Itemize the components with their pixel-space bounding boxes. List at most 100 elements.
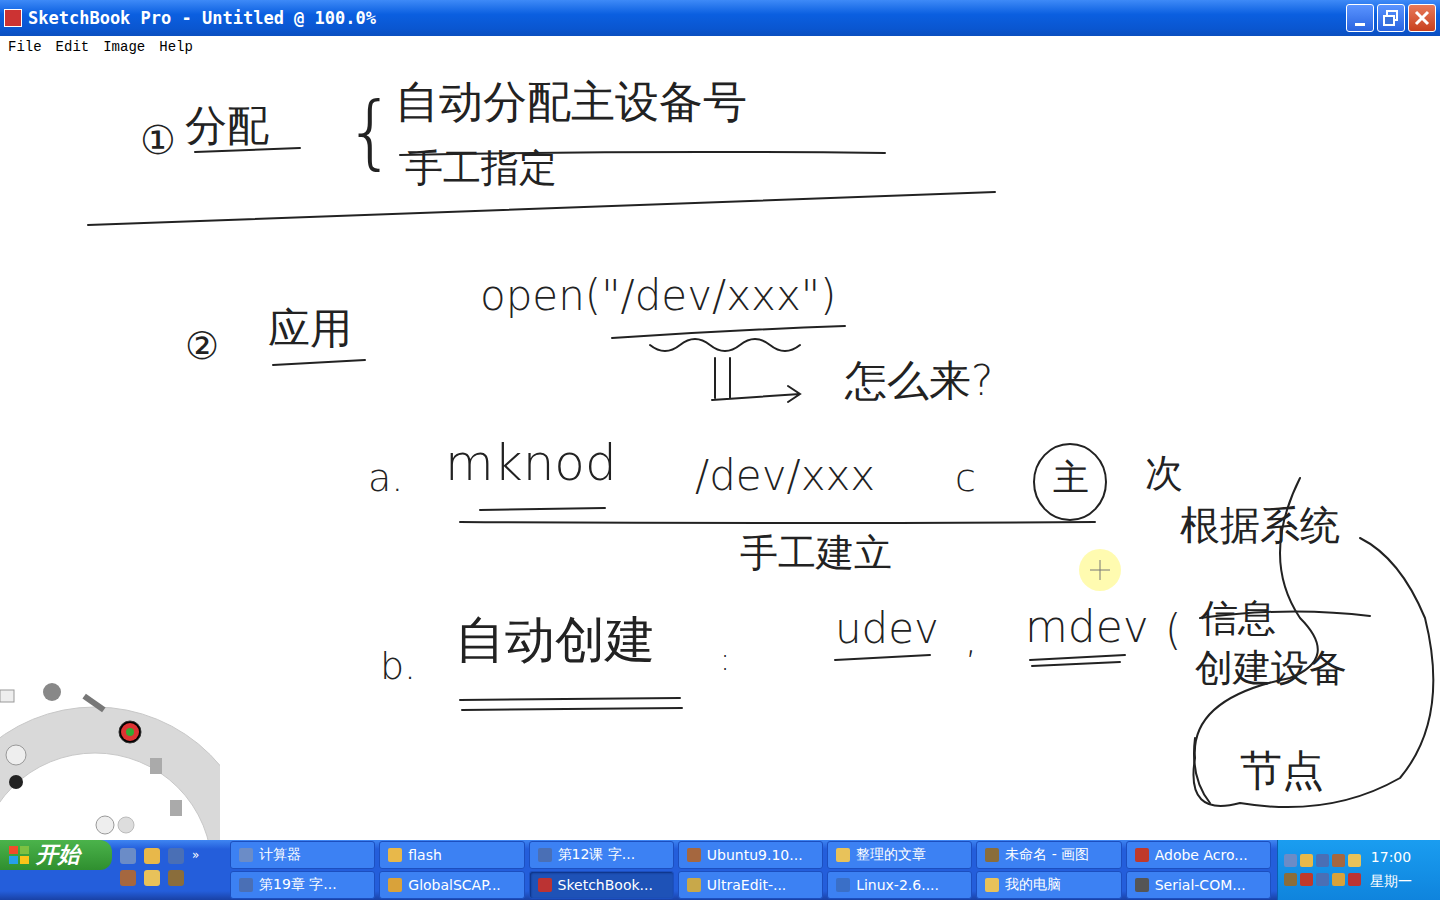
- quick-launch-icon[interactable]: [120, 848, 136, 864]
- handwritten-note: 怎么来?: [845, 358, 993, 404]
- minimize-button[interactable]: [1346, 4, 1374, 32]
- quick-launch-icon[interactable]: [168, 848, 184, 864]
- handwritten-note: 自动创建: [455, 613, 655, 668]
- task-button[interactable]: 第19章 字...: [230, 871, 375, 899]
- tray-icon[interactable]: [1300, 854, 1313, 867]
- app-icon: [687, 848, 701, 862]
- taskbar: 开始 » 计算器 flash 第12课 字... Ubuntu9.10... 整…: [0, 840, 1440, 900]
- menu-item[interactable]: Image: [103, 39, 145, 55]
- text-tool-icon[interactable]: [6, 745, 26, 765]
- task-button[interactable]: flash: [379, 841, 524, 869]
- color-wheel-icon[interactable]: [119, 721, 141, 743]
- handwritten-note: 分配: [185, 103, 269, 149]
- brush-icon[interactable]: [43, 683, 61, 701]
- app-icon: [687, 878, 701, 892]
- cursor-icon: [1078, 548, 1122, 596]
- close-button[interactable]: [1408, 4, 1436, 32]
- clock[interactable]: 17:00 星期一: [1370, 849, 1412, 891]
- handwritten-note: b.: [380, 646, 416, 688]
- tray-icon[interactable]: [1284, 873, 1297, 886]
- task-buttons: 计算器 flash 第12课 字... Ubuntu9.10... 整理的文章 …: [224, 840, 1277, 900]
- app-icon: [1135, 878, 1149, 892]
- handwritten-note: 手工指定: [405, 148, 557, 190]
- layer-icon[interactable]: [150, 758, 162, 774]
- handwritten-note: 自动分配主设备号: [395, 78, 747, 126]
- handwritten-note: c: [955, 458, 976, 500]
- system-tray: 17:00 星期一: [1277, 840, 1440, 900]
- app-icon: [538, 848, 552, 862]
- task-button[interactable]: 我的电脑: [976, 871, 1121, 899]
- handwritten-note: 信息: [1200, 598, 1276, 640]
- app-icon: [985, 878, 999, 892]
- tray-icon[interactable]: [1300, 873, 1313, 886]
- app-icon: [985, 848, 999, 862]
- task-button[interactable]: 整理的文章: [827, 841, 972, 869]
- brush-size-icon[interactable]: [9, 775, 23, 789]
- tray-icon[interactable]: [1348, 873, 1361, 886]
- app-icon: [836, 878, 850, 892]
- tray-icon[interactable]: [1332, 854, 1345, 867]
- tray-icon[interactable]: [1348, 854, 1361, 867]
- handwritten-note: 手工建立: [740, 533, 892, 575]
- task-button[interactable]: GlobalSCAP...: [379, 871, 524, 899]
- tray-icon[interactable]: [1284, 854, 1297, 867]
- handwritten-note: mdev: [1025, 603, 1149, 651]
- tray-icon[interactable]: [1332, 873, 1345, 886]
- handwritten-note: ,: [965, 620, 977, 662]
- tool-icon[interactable]: [170, 800, 182, 816]
- task-button[interactable]: Adobe Acro...: [1126, 841, 1271, 869]
- task-button[interactable]: Ubuntu9.10...: [678, 841, 823, 869]
- handwritten-note: ①: [140, 118, 176, 162]
- handwritten-note: open("/dev/xxx"): [480, 273, 836, 319]
- pencil-icon[interactable]: [82, 694, 105, 713]
- menu-item[interactable]: File: [8, 39, 42, 55]
- handwritten-note: 应用: [268, 306, 352, 352]
- task-button[interactable]: UltraEdit-...: [678, 871, 823, 899]
- square-icon[interactable]: [0, 690, 14, 702]
- quick-launch-icon[interactable]: [144, 848, 160, 864]
- task-button[interactable]: Serial-COM...: [1126, 871, 1271, 899]
- handwritten-note: 节点: [1240, 748, 1324, 794]
- menu-item[interactable]: Edit: [56, 39, 90, 55]
- handwritten-note: (: [1165, 608, 1181, 654]
- quick-launch-icon[interactable]: [168, 870, 184, 886]
- tray-icon[interactable]: [1316, 873, 1329, 886]
- start-button[interactable]: 开始: [0, 840, 112, 870]
- pen-strokes: [0, 58, 1440, 840]
- handwritten-note: :: [720, 643, 730, 676]
- app-icon: [239, 848, 253, 862]
- app-icon: [1135, 848, 1149, 862]
- quick-launch-icon[interactable]: [120, 870, 136, 886]
- handwritten-note: {: [345, 88, 396, 176]
- window-title: SketchBook Pro - Untitled @ 100.0%: [28, 8, 1340, 28]
- task-button[interactable]: 计算器: [230, 841, 375, 869]
- app-icon: [388, 848, 402, 862]
- handwritten-note: 创建设备: [1195, 648, 1347, 690]
- handwritten-note: mknod: [445, 436, 617, 491]
- task-button[interactable]: Linux-2.6....: [827, 871, 972, 899]
- task-button[interactable]: 未命名 - 画图: [976, 841, 1121, 869]
- app-icon: [836, 848, 850, 862]
- handwritten-note: a.: [368, 458, 403, 500]
- menu-bar: File Edit Image Help: [0, 36, 1440, 58]
- quick-launch-icon[interactable]: [144, 870, 160, 886]
- task-button[interactable]: SketchBook...: [529, 871, 674, 899]
- restore-icon: [1382, 9, 1400, 27]
- handwritten-note: ②: [185, 326, 219, 368]
- title-bar: SketchBook Pro - Untitled @ 100.0%: [0, 0, 1440, 36]
- lagoon-toolbar[interactable]: [0, 660, 220, 840]
- redo-icon[interactable]: [118, 817, 134, 833]
- handwritten-note: udev: [835, 606, 939, 652]
- desktop: SketchBook Pro - Untitled @ 100.0% File E…: [0, 0, 1440, 900]
- more-button[interactable]: »: [192, 848, 210, 864]
- quick-launch: »: [112, 840, 224, 900]
- drawing-canvas[interactable]: ①分配 {自动分配主设备号手工指定 ② 应用 open("/dev/xxx")怎么来? a…: [0, 58, 1440, 840]
- app-icon: [388, 878, 402, 892]
- menu-item[interactable]: Help: [159, 39, 193, 55]
- task-button[interactable]: 第12课 字...: [529, 841, 674, 869]
- sketchbook-icon: [4, 9, 22, 27]
- windows-logo-icon: [8, 845, 30, 865]
- tray-icon[interactable]: [1316, 854, 1329, 867]
- restore-button[interactable]: [1377, 4, 1405, 32]
- undo-icon[interactable]: [96, 816, 114, 834]
